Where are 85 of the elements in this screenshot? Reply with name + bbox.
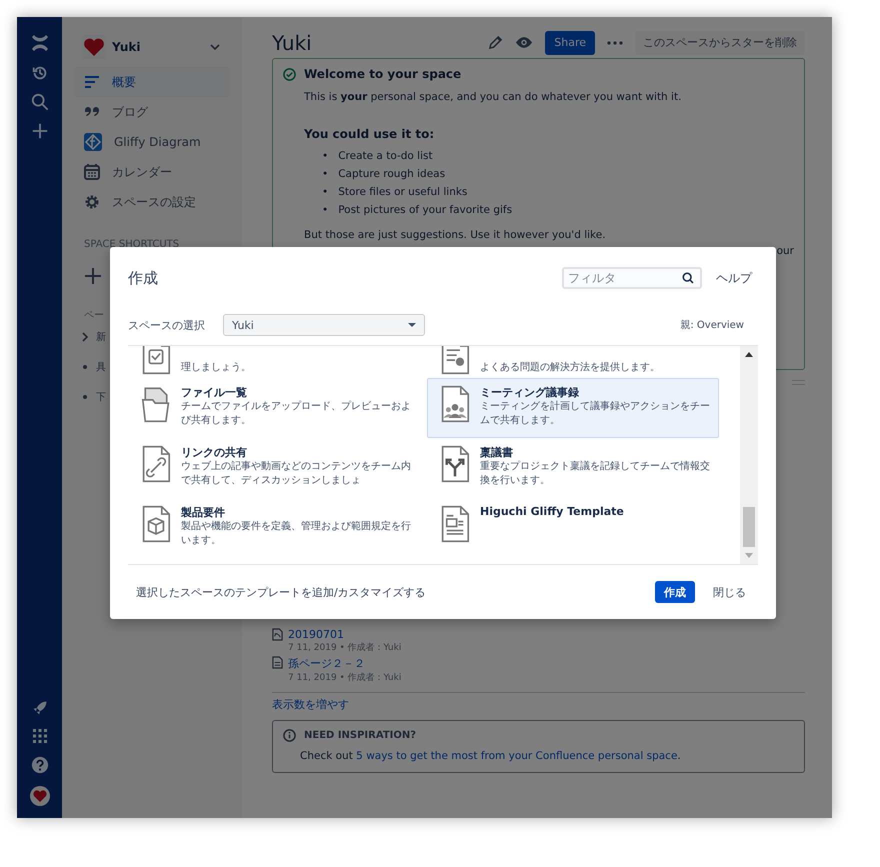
close-button[interactable]: 閉じる: [707, 584, 752, 600]
filter-field[interactable]: フィルタ: [562, 267, 702, 289]
page-link[interactable]: 孫ページ２－２: [288, 656, 402, 671]
template-item[interactable]: ミーティング議事録 ミーティングを計画して議事録やアクションをチームで共有します。: [427, 378, 719, 438]
section-heading: ペー: [84, 309, 105, 322]
document-icon: [141, 346, 171, 375]
rocket-icon[interactable]: [32, 700, 48, 716]
chevron-down-icon[interactable]: [210, 44, 220, 50]
logo-icon[interactable]: [30, 33, 50, 53]
search-icon[interactable]: [30, 93, 48, 111]
calendar-icon: [84, 164, 100, 180]
pencil-icon[interactable]: [488, 35, 504, 50]
lines-icon: [84, 74, 100, 90]
subheading: You could use it to:: [304, 127, 436, 141]
page-tree-item[interactable]: 下: [96, 390, 106, 404]
check-circle-icon: [283, 68, 296, 80]
plus-icon[interactable]: [85, 268, 101, 284]
diamond-logo-icon: [84, 133, 102, 151]
panel-heading: Welcome to your space: [304, 67, 462, 81]
template-item[interactable]: 稟議書 重要なプロジェクト稟議を記録してチームで情報交換を行います。: [427, 438, 719, 498]
sidebar-item[interactable]: 概要: [74, 67, 230, 97]
page-link[interactable]: 20190701: [288, 628, 402, 641]
section-heading: SPACE SHORTCUTS: [84, 239, 180, 250]
chevron-right-icon[interactable]: [82, 332, 88, 342]
intro-text: This is your personal space, and you can do whatever you want with it.: [304, 91, 682, 103]
page-title: Yuki: [272, 30, 312, 54]
show-more-link[interactable]: 表示数を増やす: [272, 697, 349, 712]
scroll-thumb[interactable]: [743, 507, 755, 547]
bullet: •: [322, 185, 328, 200]
document-icon: [141, 445, 171, 483]
template-item[interactable]: ファイル一覧 チームでファイルをアップロード、プレビューおよび共有します。: [128, 378, 420, 438]
space-name[interactable]: Yuki: [112, 40, 204, 54]
sidebar-item[interactable]: スペースの設定: [74, 187, 230, 217]
document-icon: [440, 505, 470, 543]
document-icon: [440, 445, 470, 483]
template-item[interactable]: 製品要件 製品や機能の要件を定義、管理および範囲規定を行います。: [128, 498, 420, 558]
template-item[interactable]: リンクの共有 ウェブ上の記事や動画などのコンテンツをチーム内で共有して、ディスカッションしましょ: [128, 438, 420, 498]
bullet: •: [322, 203, 328, 218]
page-tree-item[interactable]: 新: [96, 330, 106, 344]
space-select-label: スペースの選択: [128, 318, 206, 332]
sidebar-item[interactable]: ブログ: [74, 97, 230, 127]
list-item: Create a to-do list: [338, 149, 433, 164]
search-icon: [682, 272, 694, 284]
text-fragment: our: [776, 245, 794, 257]
document-icon: [440, 385, 470, 423]
template-item[interactable]: Higuchi Gliffy Template: [427, 498, 719, 558]
page-meta: 7 11, 2019 • 作成者 : Yuki: [288, 642, 402, 654]
closing-text: But those are just suggestions. Use it however you'd like.: [304, 229, 607, 241]
sidebar-item[interactable]: Gliffy Diagram: [74, 127, 230, 157]
unstar-button[interactable]: このスペースからスターを削除: [635, 30, 805, 54]
guide-link[interactable]: 5 ways to get the most from your Confluence personal space: [356, 750, 678, 762]
template-item[interactable]: よくある問題の解決方法を提供します。: [427, 346, 719, 378]
caret-icon: [408, 323, 416, 327]
scrollbar[interactable]: [740, 346, 758, 564]
bullet: •: [322, 167, 328, 182]
list-item: Store files or useful links: [338, 185, 468, 200]
more-icon[interactable]: [607, 40, 623, 44]
eye-icon[interactable]: [515, 36, 534, 49]
parent-page-label: 親: Overview: [680, 318, 744, 332]
help-icon[interactable]: [30, 756, 48, 774]
customize-templates-link[interactable]: 選択したスペースのテンプレートを追加/カスタマイズする: [136, 584, 643, 600]
bullet: •: [322, 149, 328, 164]
page-icon: [272, 656, 283, 669]
scroll-up-icon[interactable]: [745, 352, 753, 357]
apps-grid-icon[interactable]: [32, 728, 48, 744]
list-item: Post pictures of your favorite gifs: [338, 203, 512, 218]
panel-heading: NEED INSPIRATION?: [304, 730, 416, 741]
settings-icon: [84, 194, 100, 210]
space-dropdown[interactable]: Yuki: [223, 314, 425, 336]
list-item: Capture rough ideas: [338, 167, 446, 182]
share-button[interactable]: Share: [545, 30, 595, 54]
create-button[interactable]: 作成: [655, 581, 695, 603]
folder-icon: [141, 385, 171, 423]
inspiration-text: Check out 5 ways to get the most from your Confluence personal space.: [300, 750, 682, 762]
info-icon: [283, 729, 296, 742]
sidebar-item[interactable]: カレンダー: [74, 157, 230, 187]
document-icon: [440, 346, 470, 375]
page-meta: 7 11, 2019 • 作成者 : Yuki: [288, 672, 402, 684]
document-icon: [141, 505, 171, 543]
help-link[interactable]: ヘルプ: [716, 270, 752, 286]
page-tree-item[interactable]: 具: [96, 360, 106, 374]
history-icon[interactable]: [30, 64, 48, 82]
blog-post-icon: [272, 628, 283, 641]
dialog-title: 作成: [128, 268, 159, 288]
template-item[interactable]: 理しましょう。: [128, 346, 420, 378]
